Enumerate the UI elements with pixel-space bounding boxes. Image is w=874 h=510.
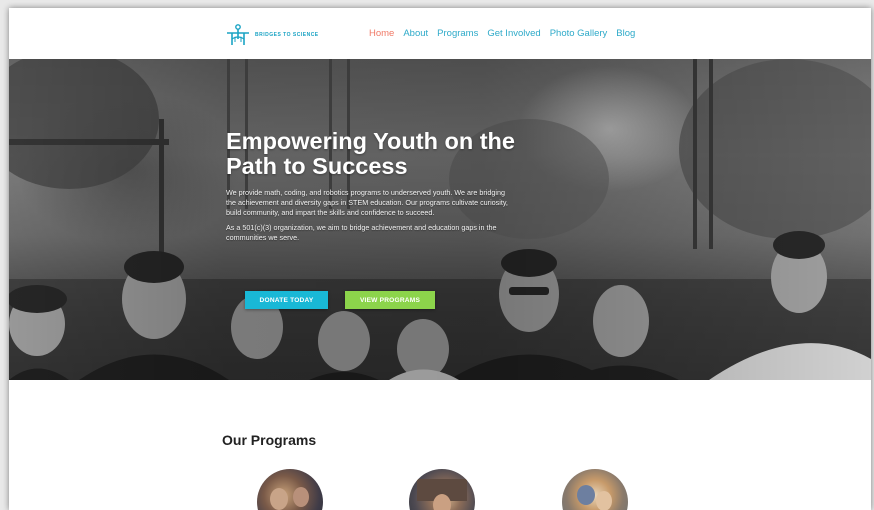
main-nav: Home About Programs Get Involved Photo G… xyxy=(369,28,644,39)
hero-buttons: DONATE TODAY VIEW PROGRAMS xyxy=(245,291,435,309)
browser-page: BRIDGES TO SCIENCE Home About Programs G… xyxy=(9,8,871,510)
hero-title: Empowering Youth on the Path to Success xyxy=(226,128,515,179)
hero-mission: As a 501(c)(3) organization, we aim to b… xyxy=(226,222,497,242)
donate-button[interactable]: DONATE TODAY xyxy=(245,291,328,309)
nav-home[interactable]: Home xyxy=(369,28,394,39)
nav-about[interactable]: About xyxy=(403,28,428,39)
bridge-figure-icon xyxy=(227,24,249,45)
nav-photo-gallery[interactable]: Photo Gallery xyxy=(550,28,608,39)
logo-text: BRIDGES TO SCIENCE xyxy=(255,31,319,38)
program-thumbnail-1[interactable] xyxy=(257,469,323,510)
program-photo xyxy=(417,479,467,510)
view-programs-button[interactable]: VIEW PROGRAMS xyxy=(345,291,435,309)
nav-blog[interactable]: Blog xyxy=(616,28,635,39)
hero-description: We provide math, coding, and robotics pr… xyxy=(226,188,508,218)
program-thumbnail-3[interactable] xyxy=(562,469,628,510)
program-photo xyxy=(577,485,612,510)
site-header: BRIDGES TO SCIENCE Home About Programs G… xyxy=(9,8,871,59)
programs-section-title: Our Programs xyxy=(222,432,317,448)
site-logo[interactable]: BRIDGES TO SCIENCE xyxy=(226,24,319,46)
program-photo xyxy=(270,487,309,510)
nav-programs[interactable]: Programs xyxy=(437,28,478,39)
nav-get-involved[interactable]: Get Involved xyxy=(487,28,540,39)
program-thumbnail-2[interactable] xyxy=(409,469,475,510)
hero-banner: Empowering Youth on the Path to Success … xyxy=(9,59,871,380)
hero-content: Empowering Youth on the Path to Success … xyxy=(226,129,526,243)
